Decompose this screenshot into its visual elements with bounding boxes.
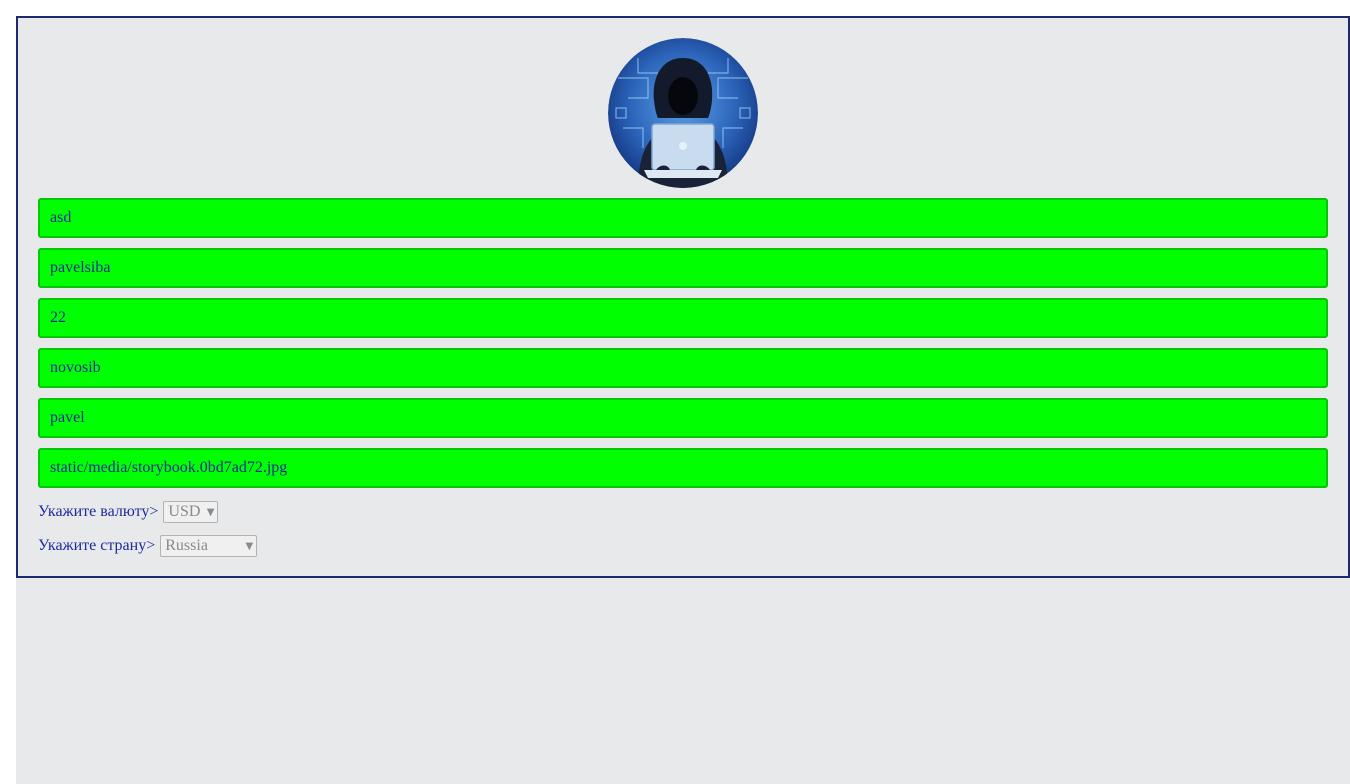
currency-row: Укажите валюту> USD ▼ (38, 500, 219, 524)
country-selected-value: Russia (165, 537, 208, 554)
field-age[interactable]: 22 (38, 298, 1328, 338)
chevron-down-icon: ▼ (245, 540, 254, 552)
country-row: Укажите страну> Russia ▼ (38, 534, 258, 558)
country-label: Укажите страну> (38, 537, 156, 554)
field-city[interactable]: novosib (38, 348, 1328, 388)
field-name[interactable]: pavel (38, 398, 1328, 438)
profile-fields: asd pavelsiba 22 novosib pavel static/me… (38, 198, 1328, 498)
country-select[interactable]: Russia ▼ (160, 535, 258, 557)
field-image-path[interactable]: static/media/storybook.0bd7ad72.jpg (38, 448, 1328, 488)
field-username[interactable]: pavelsiba (38, 248, 1328, 288)
currency-selected-value: USD (168, 503, 201, 520)
profile-card: asd pavelsiba 22 novosib pavel static/me… (16, 16, 1350, 578)
avatar (608, 38, 758, 188)
currency-select[interactable]: USD ▼ (163, 501, 219, 523)
currency-label: Укажите валюту> (38, 503, 159, 520)
field-asd[interactable]: asd (38, 198, 1328, 238)
hooded-hacker-icon (608, 38, 758, 188)
chevron-down-icon: ▼ (206, 506, 215, 518)
